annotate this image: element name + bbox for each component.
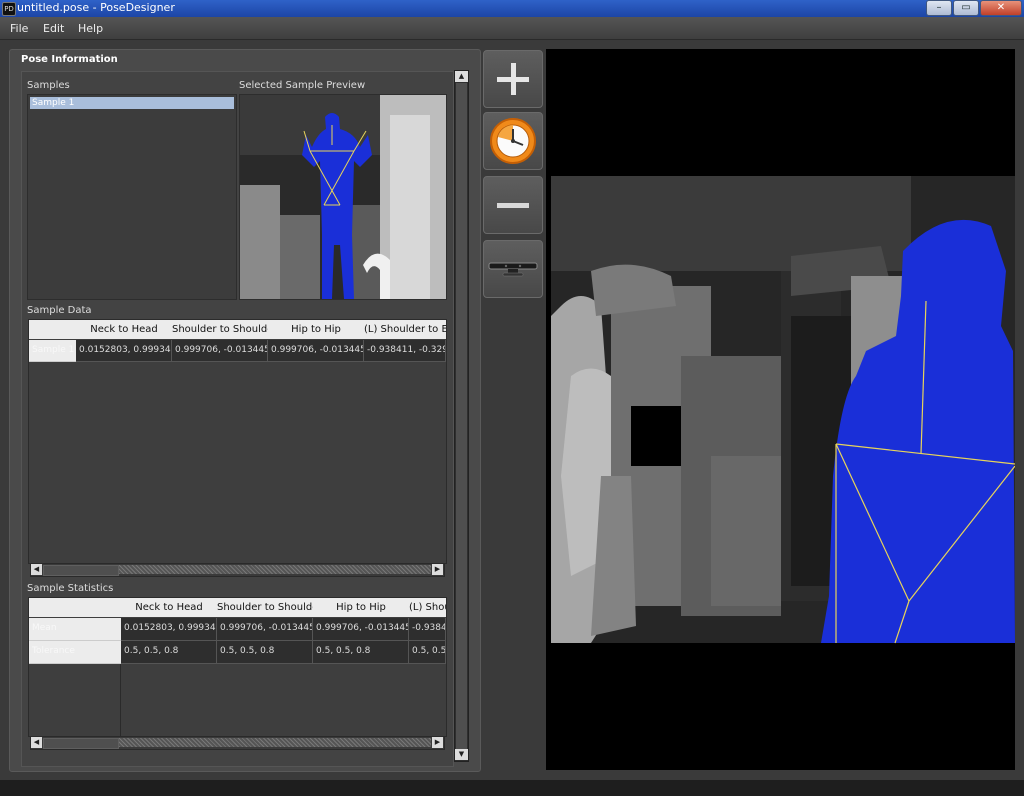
add-sample-button[interactable] <box>483 50 543 108</box>
title-bar: PD untitled.pose - PoseDesigner – ▭ ✕ <box>0 0 1024 17</box>
scroll-thumb[interactable] <box>43 738 119 749</box>
menu-bar: File Edit Help <box>0 17 1024 40</box>
samples-list[interactable]: Sample 1 <box>27 94 237 300</box>
scroll-track[interactable] <box>119 565 431 574</box>
row-header[interactable]: Mean <box>29 618 121 641</box>
scroll-up-button[interactable]: ▲ <box>455 71 468 82</box>
kinect-sensor-icon <box>488 262 538 277</box>
sample-statistics-table: Neck to Head Shoulder to Shoulder Hip to… <box>28 597 447 737</box>
table-cell[interactable]: 0.5, 0.5, <box>409 641 446 664</box>
table-corner <box>29 598 122 617</box>
scroll-right-button[interactable]: ▶ <box>432 564 443 575</box>
depth-image <box>546 49 1016 770</box>
table-cell[interactable]: 0.5, 0.5, 0.8 <box>121 641 217 664</box>
table-cell[interactable]: 0.0152803, 0.999348... <box>76 340 172 362</box>
kinect-sensor-button[interactable] <box>483 240 543 298</box>
status-bar <box>0 780 1024 796</box>
table-cell[interactable]: 0.999706, -0.013445... <box>268 340 364 362</box>
depth-camera-view[interactable] <box>546 49 1016 770</box>
timed-capture-button[interactable] <box>483 112 543 170</box>
sample-preview-image <box>239 94 447 300</box>
sample-statistics-label: Sample Statistics <box>27 583 114 594</box>
table-cell[interactable]: 0.999706, -0.013445... <box>313 618 409 641</box>
panel-title: Pose Information <box>21 54 118 65</box>
scroll-left-button[interactable]: ◀ <box>31 564 42 575</box>
column-header[interactable]: Hip to Hip <box>313 598 410 617</box>
remove-sample-button[interactable] <box>483 176 543 234</box>
row-header[interactable]: Tolerance <box>29 641 121 664</box>
table-corner <box>29 320 77 339</box>
column-divider <box>120 664 121 736</box>
column-header[interactable]: Hip to Hip <box>268 320 365 339</box>
table-cell[interactable]: 0.999706, -0.013445... <box>172 340 268 362</box>
menu-edit[interactable]: Edit <box>43 22 64 35</box>
maximize-button[interactable]: ▭ <box>953 0 979 16</box>
column-header[interactable]: (L) Shoulder to Elb <box>364 320 446 339</box>
window-controls: – ▭ ✕ <box>925 0 1022 16</box>
list-item-sample-1[interactable]: Sample 1 <box>30 97 234 109</box>
row-header[interactable]: Sample 1 <box>29 340 76 362</box>
scroll-thumb[interactable] <box>456 83 467 749</box>
menu-file[interactable]: File <box>10 22 28 35</box>
table-cell[interactable]: 0.5, 0.5, 0.8 <box>217 641 313 664</box>
table-cell[interactable]: 0.5, 0.5, 0.8 <box>313 641 409 664</box>
sample-statistics-hscrollbar[interactable]: ◀ ▶ <box>30 736 445 750</box>
preview-depth-image <box>240 95 446 299</box>
column-header[interactable]: Neck to Head <box>76 320 173 339</box>
table-cell[interactable]: 0.999706, -0.013445... <box>217 618 313 641</box>
remove-icon <box>497 203 529 208</box>
sample-data-label: Sample Data <box>27 305 92 316</box>
scroll-right-button[interactable]: ▶ <box>432 737 443 748</box>
column-header[interactable]: (L) Shou <box>409 598 446 617</box>
table-cell[interactable]: -0.93841 <box>409 618 446 641</box>
window-title: untitled.pose - PoseDesigner <box>17 1 175 14</box>
table-cell[interactable]: -0.938411, -0.3292 <box>364 340 446 362</box>
app-icon: PD <box>2 2 16 16</box>
menu-help[interactable]: Help <box>78 22 103 35</box>
column-header[interactable]: Shoulder to Shoulder <box>172 320 269 339</box>
sample-data-hscrollbar[interactable]: ◀ ▶ <box>30 563 445 577</box>
column-header[interactable]: Neck to Head <box>121 598 218 617</box>
close-button[interactable]: ✕ <box>980 0 1022 16</box>
scroll-left-button[interactable]: ◀ <box>31 737 42 748</box>
sample-data-table: Neck to Head Shoulder to Shoulder Hip to… <box>28 319 447 564</box>
minimize-button[interactable]: – <box>926 0 952 16</box>
add-icon <box>497 63 529 95</box>
samples-label: Samples <box>27 80 70 91</box>
column-header[interactable]: Shoulder to Shoulder <box>217 598 314 617</box>
scroll-thumb[interactable] <box>43 565 119 576</box>
panel-vscrollbar[interactable]: ▲ ▼ <box>454 70 469 762</box>
timer-icon <box>490 118 536 164</box>
scroll-track[interactable] <box>119 738 431 747</box>
scroll-down-button[interactable]: ▼ <box>455 749 468 760</box>
preview-label: Selected Sample Preview <box>239 80 366 91</box>
table-cell[interactable]: 0.0152803, 0.999348... <box>121 618 217 641</box>
